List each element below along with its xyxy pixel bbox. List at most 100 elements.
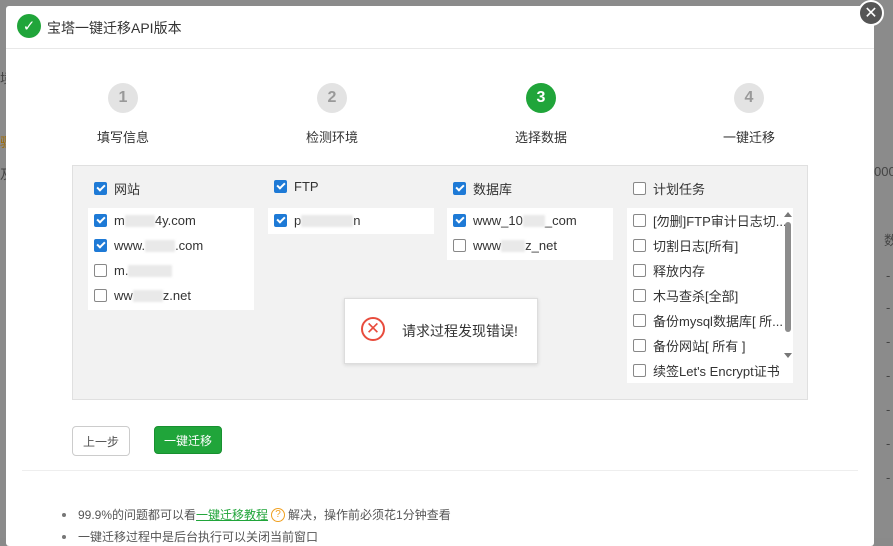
bullet-icon — [62, 512, 66, 517]
bg-text-5: 数 — [884, 233, 893, 248]
scroll-down-arrow-icon[interactable] — [784, 353, 792, 358]
error-toast: ✕ 请求过程发现错误! — [344, 298, 538, 364]
item-text: 切割日志[所有] — [653, 239, 739, 254]
tasks-list[interactable]: [勿删]FTP审计日志切... 切割日志[所有] 释放内存 木马查杀[全部] 备… — [627, 208, 793, 383]
scroll-up-arrow-icon[interactable] — [784, 212, 792, 217]
redacted-block — [301, 214, 354, 227]
item-text-post: 4y.com — [154, 213, 196, 228]
bg-dash-5: - — [886, 402, 891, 417]
item-text-pre: www — [473, 238, 502, 253]
dialog-title-bar: ✓ 宝塔一键迁移API版本 — [6, 6, 874, 49]
list-item[interactable]: 切割日志[所有] — [627, 233, 793, 258]
redacted-block — [522, 214, 545, 227]
item-checkbox[interactable] — [633, 289, 646, 302]
item-text: 备份网站[ 所有 ] — [653, 339, 746, 354]
item-checkbox[interactable] — [633, 364, 646, 377]
bg-dash-7: - — [886, 470, 891, 485]
item-text: 木马查杀[全部] — [653, 289, 739, 304]
bg-dash-2: - — [886, 300, 891, 315]
item-checkbox[interactable] — [274, 214, 287, 227]
tip-1-after: 解决，操作前必须花1分钟查看 — [288, 508, 451, 522]
tasks-scrollbar[interactable] — [784, 212, 792, 358]
ftp-list: pn — [268, 208, 434, 234]
databases-header[interactable]: 数据库 — [453, 179, 512, 198]
redacted-block — [145, 239, 176, 252]
list-item[interactable]: 备份mysql数据库[ 所... — [627, 308, 793, 333]
sites-select-all-checkbox[interactable] — [94, 182, 107, 195]
list-item[interactable]: www_10 _com — [447, 208, 613, 233]
tip-1-before: 99.9%的问题都可以看 — [78, 508, 197, 522]
sites-header-label: 网站 — [114, 182, 141, 197]
bg-text-4: 000 — [874, 164, 893, 179]
list-item[interactable]: 释放内存 — [627, 258, 793, 283]
item-checkbox[interactable] — [94, 214, 107, 227]
data-selection-panel: 网站 m 4y.com www. .com m. ww z.net FTP pn 数据… — [72, 165, 808, 400]
scroll-thumb[interactable] — [785, 222, 791, 332]
item-text-post: z_net — [525, 238, 557, 253]
item-text: 续签Let's Encrypt证书 — [653, 364, 780, 379]
step-4-label: 一键迁移 — [722, 130, 775, 145]
sites-header[interactable]: 网站 — [94, 179, 140, 198]
list-item[interactable]: 备份网站[ 所有 ] — [627, 333, 793, 358]
item-checkbox[interactable] — [633, 314, 646, 327]
list-item[interactable]: [勿删]FTP审计日志切... — [627, 208, 793, 233]
step-1-number: 1 — [108, 83, 138, 113]
item-checkbox[interactable] — [453, 239, 466, 252]
redacted-block — [124, 214, 155, 227]
item-checkbox[interactable] — [633, 214, 646, 227]
ftp-header[interactable]: FTP — [274, 179, 319, 194]
tutorial-link[interactable]: 一键迁移教程 — [196, 506, 268, 523]
item-checkbox[interactable] — [633, 239, 646, 252]
step-2-label: 检测环境 — [305, 130, 358, 145]
migrate-button[interactable]: 一键迁移 — [154, 426, 222, 454]
item-text-pre: ww — [114, 288, 133, 303]
tasks-header-label: 计划任务 — [653, 182, 706, 197]
item-text-post: z.net — [162, 288, 191, 303]
item-checkbox[interactable] — [453, 214, 466, 227]
error-circle-icon: ✕ — [361, 317, 385, 341]
dialog-title: 宝塔一键迁移API版本 — [47, 20, 182, 36]
redacted-block — [501, 239, 526, 252]
item-text: 备份mysql数据库[ 所... — [653, 314, 784, 329]
databases-header-label: 数据库 — [473, 182, 513, 197]
previous-step-button[interactable]: 上一步 — [72, 426, 130, 456]
list-item[interactable]: 木马查杀[全部] — [627, 283, 793, 308]
bg-dash-6: - — [886, 436, 891, 451]
step-3-number: 3 — [526, 83, 556, 113]
step-3-label: 选择数据 — [514, 130, 567, 145]
bg-dash-3: - — [886, 334, 891, 349]
bg-dash-4: - — [886, 368, 891, 383]
item-checkbox[interactable] — [633, 264, 646, 277]
list-item[interactable]: pn — [268, 208, 434, 233]
list-item[interactable]: m. — [88, 258, 254, 283]
list-item[interactable]: www. .com — [88, 233, 254, 258]
item-text-pre: m. — [114, 263, 129, 278]
item-text: 释放内存 — [653, 264, 706, 279]
step-1: 1 填写信息 — [63, 83, 183, 146]
tasks-select-all-checkbox[interactable] — [633, 182, 646, 195]
item-checkbox[interactable] — [94, 239, 107, 252]
list-item[interactable]: ww z.net — [88, 283, 254, 308]
item-checkbox[interactable] — [633, 339, 646, 352]
close-icon: ✕ — [864, 5, 878, 22]
item-text-pre: p — [294, 213, 302, 228]
item-checkbox[interactable] — [94, 264, 107, 277]
tip-2-text: 一键迁移过程中是后台执行可以关闭当前窗口 — [78, 530, 319, 544]
check-circle-icon: ✓ — [17, 14, 41, 38]
bg-dash-1: - — [886, 268, 891, 283]
tip-2: 一键迁移过程中是后台执行可以关闭当前窗口 — [62, 528, 318, 545]
item-checkbox[interactable] — [94, 289, 107, 302]
error-message: 请求过程发现错误! — [402, 323, 518, 339]
step-2-number: 2 — [317, 83, 347, 113]
item-text-pre: www_10 — [473, 213, 523, 228]
close-button[interactable]: ✕ — [858, 0, 884, 26]
step-4-number: 4 — [734, 83, 764, 113]
question-icon[interactable]: ? — [271, 507, 286, 522]
list-item[interactable]: m 4y.com — [88, 208, 254, 233]
step-3: 3 选择数据 — [481, 83, 601, 146]
ftp-select-all-checkbox[interactable] — [274, 180, 287, 193]
list-item[interactable]: www z_net — [447, 233, 613, 258]
databases-select-all-checkbox[interactable] — [453, 182, 466, 195]
tasks-header[interactable]: 计划任务 — [633, 179, 705, 198]
list-item[interactable]: 续签Let's Encrypt证书 — [627, 358, 793, 383]
